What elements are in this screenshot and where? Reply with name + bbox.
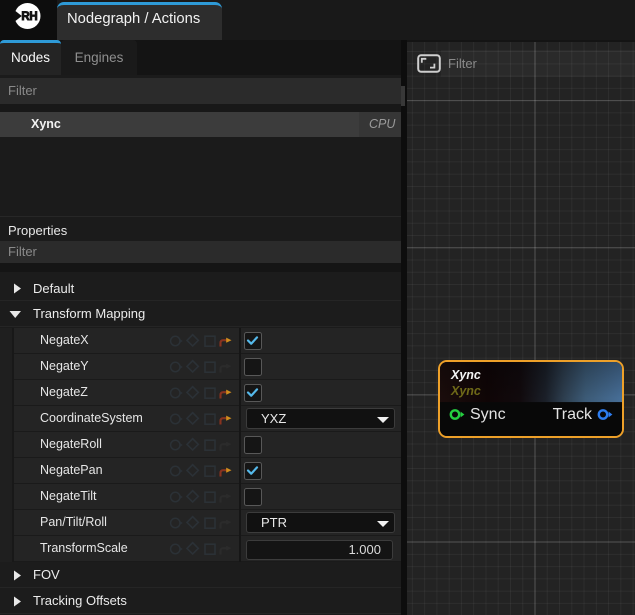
svg-text:RH: RH — [21, 11, 37, 23]
